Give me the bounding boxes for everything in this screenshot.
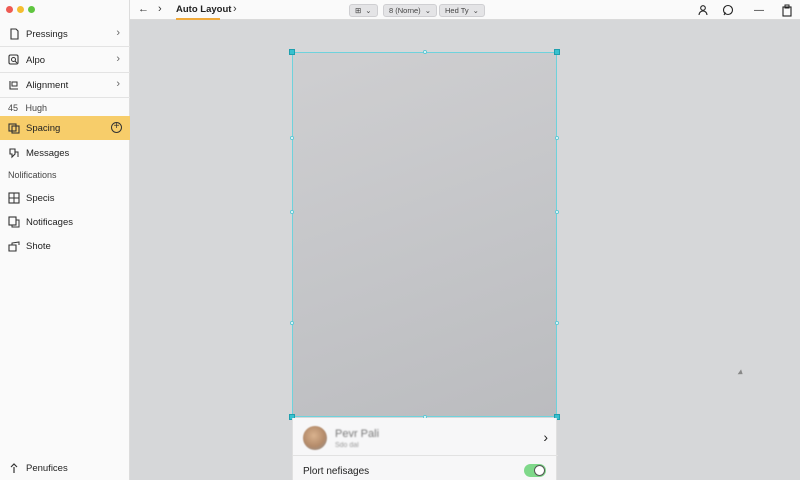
sidebar-item-alpo[interactable]: Alpo › <box>0 48 130 72</box>
maximize-window-button[interactable] <box>28 6 35 13</box>
resize-handle-left[interactable] <box>290 136 294 140</box>
chevron-down-icon: ⌄ <box>472 6 479 15</box>
profile-subtitle: Sdo dal <box>335 442 359 449</box>
minimize-window-button[interactable] <box>17 6 24 13</box>
frame-icon: ⊞ <box>355 6 362 15</box>
selected-frame[interactable] <box>289 49 560 420</box>
type-dropdown-label: Hed Ty <box>445 6 469 15</box>
sidebar-item-notificages[interactable]: Notificages <box>0 210 130 234</box>
resize-handle-right[interactable] <box>555 136 559 140</box>
sidebar: Pressings › Alpo › Alignment › 45 Hugh S… <box>0 0 130 480</box>
sidebar-item-label: Penufices <box>26 462 68 474</box>
chevron-down-icon: ⌄ <box>424 6 431 15</box>
sidebar-item-label: Notificages <box>26 216 73 228</box>
notifications-heading: Nolifications <box>8 170 57 180</box>
sidebar-item-label: Alignment <box>26 79 69 91</box>
profile-row[interactable]: Pevr Pali Sdo dal › <box>293 418 558 456</box>
divider <box>0 46 130 47</box>
document-icon <box>8 28 20 40</box>
toolbar: ← › Auto Layout › ⊞ ⌄ 8 (Norne) ⌄ Hed Ty… <box>130 0 800 20</box>
clipboard-icon[interactable] <box>780 3 794 17</box>
style-dropdown-label: 8 (Norne) <box>389 6 421 15</box>
resize-handle-right[interactable] <box>555 210 559 214</box>
chevron-right-icon[interactable]: › <box>543 429 548 445</box>
search-icon <box>8 54 20 66</box>
sidebar-item-pressings[interactable]: Pressings › <box>0 22 130 46</box>
back-arrow-icon[interactable]: ← <box>138 3 149 15</box>
sidebar-item-label: Pressings <box>26 28 68 40</box>
tab-auto-layout[interactable]: Auto Layout <box>176 4 231 15</box>
style-dropdown[interactable]: 8 (Norne) ⌄ <box>383 4 437 17</box>
divider <box>0 97 130 98</box>
comment-icon[interactable] <box>721 3 735 17</box>
sidebar-item-alignment[interactable]: Alignment › <box>0 73 130 97</box>
toggle-label: Plort nefisages <box>303 466 370 477</box>
resize-handle-top-right[interactable] <box>554 49 560 55</box>
height-value: 45 <box>8 103 19 113</box>
window-controls <box>6 6 35 13</box>
type-dropdown[interactable]: Hed Ty ⌄ <box>439 4 485 17</box>
user-icon[interactable] <box>696 3 710 17</box>
add-icon[interactable]: + <box>111 122 122 133</box>
height-label-text: Hugh <box>25 103 48 113</box>
chat-icon <box>8 147 20 159</box>
pin-icon <box>8 462 20 474</box>
height-label: 45 Hugh <box>8 103 47 113</box>
align-icon <box>8 79 20 91</box>
sidebar-item-label: Specis <box>26 192 55 204</box>
chevron-right-icon: › <box>116 53 120 65</box>
sidebar-item-shote[interactable]: Shote <box>0 234 130 258</box>
forward-chevron-icon[interactable]: › <box>158 3 162 15</box>
resize-handle-top-left[interactable] <box>289 49 295 55</box>
resize-handle-right[interactable] <box>555 321 559 325</box>
resize-handle-left[interactable] <box>290 210 294 214</box>
sidebar-item-penufices[interactable]: Penufices <box>0 456 130 480</box>
sidebar-item-label: Messages <box>26 147 70 159</box>
chevron-down-icon: ⌄ <box>365 6 372 15</box>
frame-dropdown[interactable]: ⊞ ⌄ <box>349 4 378 17</box>
avatar <box>303 426 327 450</box>
sidebar-item-label: Shote <box>26 240 51 252</box>
copy-icon <box>8 216 20 228</box>
close-window-button[interactable] <box>6 6 13 13</box>
minus-icon[interactable]: — <box>752 3 766 17</box>
sidebar-item-label: Alpo <box>26 54 46 66</box>
spacing-icon <box>8 122 20 134</box>
sidebar-item-specis[interactable]: Specis <box>0 186 130 210</box>
profile-name: Pevr Pali <box>335 428 380 440</box>
messages-toggle[interactable] <box>524 464 546 477</box>
resize-handle-left[interactable] <box>290 321 294 325</box>
sidebar-item-spacing[interactable]: Spacing + <box>0 116 130 140</box>
resize-handle-top[interactable] <box>423 50 427 54</box>
chevron-right-icon: › <box>116 78 120 90</box>
sidebar-item-messages[interactable]: Messages <box>0 141 130 165</box>
share-icon <box>8 240 20 252</box>
toggle-knob <box>534 465 545 476</box>
grid-icon <box>8 192 20 204</box>
sidebar-item-label: Spacing <box>26 122 61 134</box>
chevron-right-icon: › <box>116 27 120 39</box>
chevron-right-icon[interactable]: › <box>233 3 237 15</box>
settings-card: Pevr Pali Sdo dal › Plort nefisages <box>292 418 558 480</box>
